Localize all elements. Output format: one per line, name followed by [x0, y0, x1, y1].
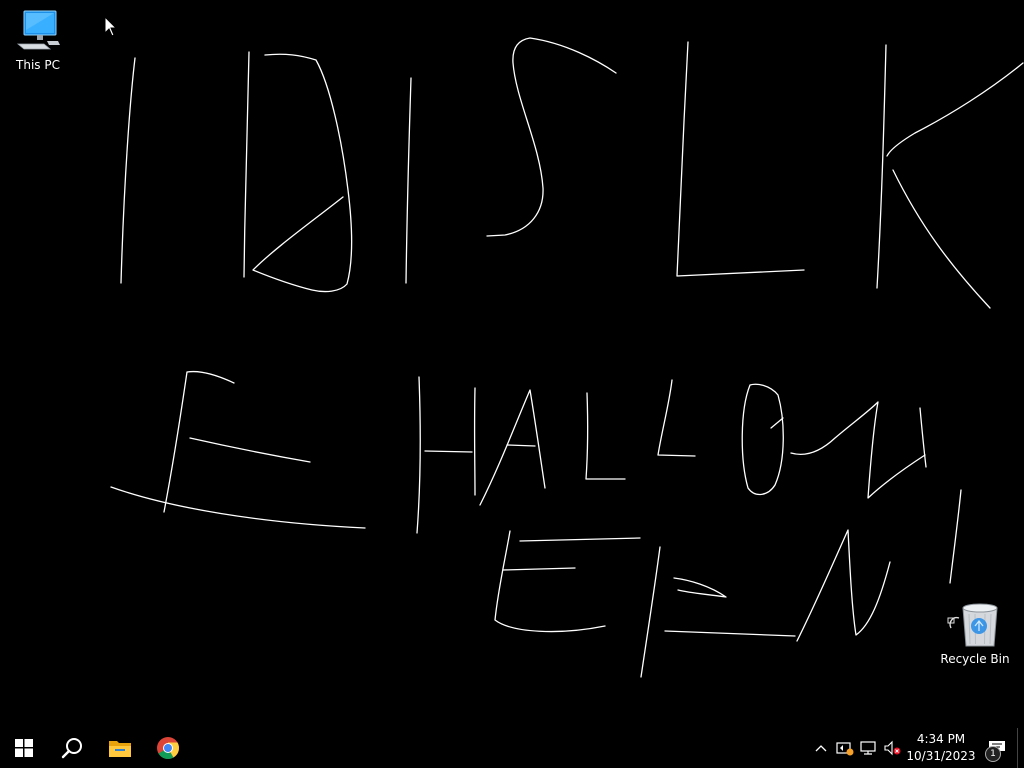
drawing-stroke: [585, 392, 626, 480]
chrome-icon: [157, 737, 179, 759]
system-tray: 4:34 PM 10/31/2023 1: [809, 728, 1024, 768]
clock[interactable]: 4:34 PM 10/31/2023: [905, 728, 977, 768]
drawing-stroke: [189, 437, 311, 463]
drawing-stroke: [163, 370, 235, 513]
chrome-button[interactable]: [144, 728, 192, 768]
clock-time: 4:34 PM: [916, 732, 966, 746]
drawing-stroke: [519, 537, 641, 542]
drawing-stroke: [657, 379, 696, 457]
start-button[interactable]: [0, 728, 48, 768]
show-desktop-button[interactable]: [1017, 728, 1024, 768]
drawing-stroke: [416, 376, 421, 534]
drawing-stroke: [676, 41, 805, 277]
drawing-stroke: [949, 489, 962, 584]
drawing-stroke: [892, 169, 991, 309]
search-button[interactable]: [48, 728, 96, 768]
mouse-cursor-icon: [104, 16, 118, 37]
file-explorer-icon: [109, 741, 131, 757]
recycle-bin-icon: [947, 603, 998, 647]
volume-muted-icon: [884, 740, 901, 756]
drawing-stroke: [640, 546, 661, 678]
search-icon: [61, 738, 82, 759]
drawing-stroke: [796, 529, 891, 642]
drawing-stroke: [120, 57, 136, 284]
drawing-stroke: [252, 53, 353, 293]
drawing-stroke: [110, 486, 366, 529]
notification-count-badge: 1: [985, 746, 1001, 762]
desktop[interactable]: This PC Recycle Bin: [0, 0, 1024, 728]
security-tray-button[interactable]: [833, 728, 857, 768]
file-explorer-button[interactable]: [96, 728, 144, 768]
clock-date: 10/31/2023: [906, 749, 976, 763]
windows-start-icon: [15, 739, 33, 757]
freehand-drawing: [110, 37, 1024, 678]
drawing-stroke: [664, 630, 796, 637]
drawing-stroke: [876, 44, 887, 289]
drawing-stroke: [741, 383, 784, 496]
taskbar: 4:34 PM 10/31/2023 1: [0, 728, 1024, 768]
security-warning-icon: [836, 742, 854, 756]
desktop-icon-label: This PC: [16, 58, 60, 72]
desktop-icon-recycle-bin[interactable]: Recycle Bin: [937, 602, 1013, 666]
drawing-stroke: [405, 77, 412, 284]
drawing-stroke: [673, 577, 727, 598]
show-hidden-icons-button[interactable]: [809, 728, 833, 768]
network-icon: [860, 741, 876, 755]
drawing-stroke: [424, 450, 473, 453]
network-tray-button[interactable]: [857, 728, 881, 768]
drawing-stroke: [886, 62, 1024, 157]
this-pc-icon: [16, 10, 60, 50]
drawing-stroke: [486, 37, 617, 237]
chevron-up-icon: [815, 745, 827, 752]
volume-tray-button[interactable]: [881, 728, 905, 768]
drawing-stroke: [479, 389, 546, 506]
drawing-stroke: [502, 567, 576, 571]
desktop-icon-label: Recycle Bin: [940, 652, 1010, 666]
drawing-stroke: [494, 530, 606, 633]
drawing-stroke: [506, 444, 536, 447]
action-center-button[interactable]: 1: [977, 728, 1017, 768]
desktop-icon-this-pc[interactable]: This PC: [0, 8, 76, 72]
drawing-stroke: [770, 417, 784, 429]
drawing-stroke: [243, 51, 250, 278]
drawing-stroke: [790, 401, 926, 499]
